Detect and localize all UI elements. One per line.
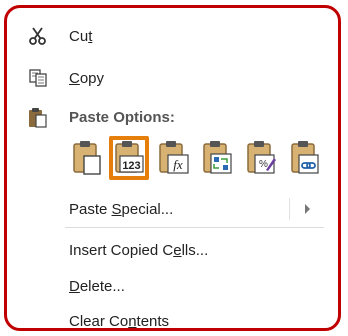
svg-text:fx: fx — [173, 157, 183, 172]
insert-copied-cells-suffix: lls... — [181, 241, 209, 259]
svg-text:%: % — [259, 159, 268, 170]
submenu-divider — [289, 198, 290, 220]
paste-formatting-button[interactable]: % — [241, 136, 281, 180]
paste-link-button[interactable] — [285, 136, 325, 180]
paste-transpose-icon — [197, 141, 237, 184]
paste-formatting-icon: % — [241, 141, 281, 184]
clear-contents-menu-item[interactable]: Clear Contents — [7, 305, 338, 330]
paste-options-heading: Paste Options: — [69, 108, 175, 126]
cut-label-prefix: Cu — [69, 27, 89, 45]
insert-copied-cells-menu-item[interactable]: Insert Copied Cells... — [7, 234, 338, 266]
paste-clipboard-icon — [28, 107, 48, 128]
clear-contents-prefix: Clear Co — [69, 312, 129, 330]
paste-values-button[interactable]: 123 — [109, 136, 149, 180]
context-menu: Cut Copy Paste Options: 123 fx % Paste S… — [4, 5, 341, 331]
insert-copied-cells-prefix: Insert Copied C — [69, 241, 174, 259]
clear-contents-suffix: tents — [136, 312, 170, 330]
paste-special-accel: S — [111, 200, 122, 218]
paste-special-prefix: Paste — [69, 200, 112, 218]
delete-label: Delete... — [69, 278, 125, 295]
insert-copied-cells-accel: e — [173, 241, 182, 259]
paste-transpose-button[interactable] — [197, 136, 237, 180]
clear-contents-label: Clear Contents — [69, 312, 170, 330]
copy-label: Copy — [69, 70, 104, 87]
cut-menu-item[interactable]: Cut — [7, 20, 338, 52]
paste-link-icon — [285, 141, 325, 184]
paste-values-icon: 123 — [113, 141, 145, 180]
paste-special-label: Paste Special... — [69, 201, 173, 218]
copy-label-accel: C — [69, 69, 80, 87]
copy-label-suffix: opy — [79, 69, 105, 87]
paste-button[interactable] — [67, 136, 107, 180]
paste-icon — [67, 141, 107, 184]
cut-label-accel: t — [88, 27, 93, 45]
delete-suffix: elete... — [79, 277, 125, 295]
paste-options-header: Paste Options: — [7, 101, 338, 133]
delete-menu-item[interactable]: Delete... — [7, 270, 338, 302]
cut-label: Cut — [69, 28, 92, 45]
insert-copied-cells-label: Insert Copied Cells... — [69, 242, 208, 259]
paste-formulas-icon: fx — [153, 141, 193, 184]
delete-accel: D — [69, 277, 80, 295]
paste-formulas-button[interactable]: fx — [153, 136, 193, 180]
svg-text:123: 123 — [122, 160, 140, 172]
paste-special-suffix: pecial... — [121, 200, 174, 218]
copy-icon — [28, 68, 48, 88]
menu-separator — [65, 227, 324, 228]
paste-options-row: 123 fx % — [65, 136, 335, 180]
copy-menu-item[interactable]: Copy — [7, 62, 338, 94]
clear-contents-accel: n — [128, 312, 137, 330]
scissors-icon — [28, 26, 48, 46]
submenu-arrow-icon — [305, 204, 310, 214]
